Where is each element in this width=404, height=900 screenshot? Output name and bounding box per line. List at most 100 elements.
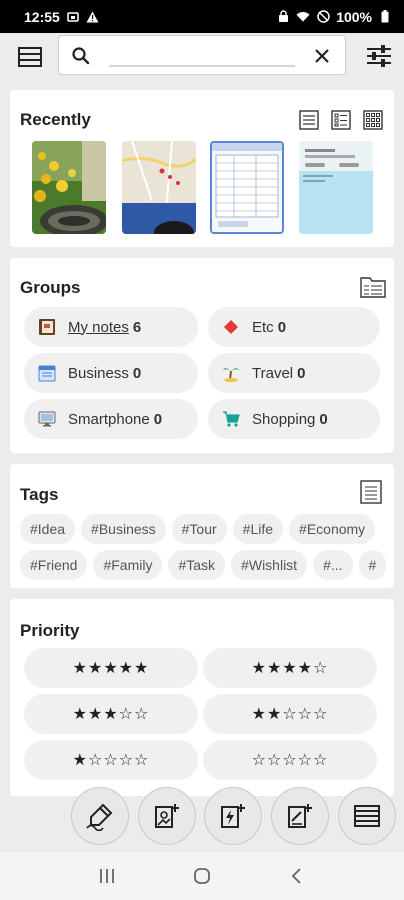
- tag-chip[interactable]: #Task: [168, 550, 226, 580]
- filter-button[interactable]: [364, 41, 394, 71]
- wifi-icon: [296, 10, 310, 24]
- diamond-icon: [222, 318, 240, 336]
- thumb-table-screenshot[interactable]: [210, 141, 284, 234]
- group-business[interactable]: Business 0: [24, 353, 198, 393]
- group-count: 0: [132, 364, 142, 382]
- menu-button[interactable]: [12, 42, 48, 72]
- pen-scribble-icon: [86, 803, 113, 831]
- recent-apps-button[interactable]: [87, 856, 127, 896]
- tag-list-button[interactable]: [360, 480, 386, 506]
- priority-1-star[interactable]: ★☆☆☆☆: [24, 740, 198, 780]
- detail-list-icon: [331, 110, 351, 130]
- tag-chip[interactable]: #Idea: [20, 514, 76, 544]
- tag-chip[interactable]: #...: [313, 550, 353, 580]
- thumb-map[interactable]: [122, 141, 196, 234]
- search-box: [58, 35, 346, 75]
- priority-5-stars[interactable]: ★★★★★: [24, 648, 198, 688]
- hamburger-icon: [18, 47, 42, 67]
- lock-icon: [276, 10, 290, 24]
- list-view-button[interactable]: [296, 107, 322, 133]
- group-settings-button[interactable]: [360, 275, 386, 301]
- group-label: Etc: [252, 318, 274, 336]
- group-label: Smartphone: [68, 410, 150, 428]
- tag-chip[interactable]: #Friend: [20, 550, 88, 580]
- group-shopping[interactable]: Shopping 0: [208, 399, 380, 439]
- tag-chip[interactable]: #Family: [93, 550, 163, 580]
- close-icon: [315, 49, 329, 63]
- add-image-note-button[interactable]: [138, 787, 196, 845]
- recently-card: Recently: [10, 90, 394, 247]
- recent-apps-icon: [100, 869, 115, 883]
- list-view-icon: [299, 110, 319, 130]
- status-bar: 12:55 100%: [0, 0, 404, 33]
- groups-card: Groups My notes 6 Etc 0 Business 0 Trave…: [10, 258, 394, 453]
- add-image-icon: [155, 804, 179, 828]
- battery-icon: [378, 10, 392, 24]
- home-button[interactable]: [182, 856, 222, 896]
- group-count: 0: [153, 410, 163, 428]
- group-label: Business: [68, 364, 129, 382]
- group-travel[interactable]: Travel 0: [208, 353, 380, 393]
- grid-view-icon: [363, 110, 383, 130]
- system-nav-bar: [0, 852, 404, 900]
- priority-3-stars[interactable]: ★★★☆☆: [24, 694, 198, 734]
- search-icon: [71, 46, 91, 66]
- group-label: Travel: [252, 364, 294, 382]
- tag-chip[interactable]: #Wishlist: [231, 550, 308, 580]
- thumb-flowers-photo[interactable]: [32, 141, 106, 234]
- do-not-disturb-icon: [316, 10, 330, 24]
- tag-chip[interactable]: #Business: [81, 514, 166, 544]
- group-my-notes[interactable]: My notes 6: [24, 307, 198, 347]
- warning-icon: [86, 10, 100, 24]
- priority-0-stars[interactable]: ☆☆☆☆☆: [203, 740, 377, 780]
- clear-search-button[interactable]: [311, 45, 333, 67]
- folder-list-icon: [360, 277, 386, 298]
- tag-chip[interactable]: #Life: [232, 514, 284, 544]
- recently-title: Recently: [20, 110, 91, 129]
- battery-percent: 100%: [336, 8, 372, 25]
- list-icon: [360, 480, 382, 504]
- group-label: Shopping: [252, 410, 316, 428]
- group-count: 0: [319, 410, 328, 428]
- group-count: 0: [297, 364, 306, 382]
- tag-chip[interactable]: #: [358, 550, 387, 580]
- tag-chip[interactable]: #Tour: [171, 514, 227, 544]
- back-button[interactable]: [277, 856, 317, 896]
- group-etc[interactable]: Etc 0: [208, 307, 380, 347]
- priority-card: Priority ★★★★★ ★★★★☆ ★★★☆☆ ★★☆☆☆ ★☆☆☆☆ ☆…: [10, 599, 394, 796]
- cart-icon: [222, 410, 240, 428]
- status-time: 12:55: [24, 8, 60, 25]
- groups-title: Groups: [20, 278, 81, 297]
- home-icon: [194, 868, 210, 884]
- priority-2-stars[interactable]: ★★☆☆☆: [203, 694, 377, 734]
- palm-tree-icon: [222, 364, 240, 382]
- detail-view-button[interactable]: [328, 107, 354, 133]
- add-quick-note-button[interactable]: [204, 787, 262, 845]
- tag-row-1: #Idea #Business #Tour #Life #Economy: [20, 514, 376, 544]
- priority-4-stars[interactable]: ★★★★☆: [203, 648, 377, 688]
- monitor-icon: [38, 410, 56, 428]
- group-smartphone[interactable]: Smartphone 0: [24, 399, 198, 439]
- screenshot-icon: [66, 10, 80, 24]
- add-text-note-button[interactable]: [271, 787, 329, 845]
- tags-card: Tags #Idea #Business #Tour #Life #Econom…: [10, 464, 394, 588]
- note-list-button[interactable]: [338, 787, 396, 845]
- thumb-note-screenshot[interactable]: [299, 141, 373, 234]
- priority-title: Priority: [20, 621, 80, 640]
- grid-view-button[interactable]: [360, 107, 386, 133]
- notebook-icon: [38, 318, 56, 336]
- tags-title: Tags: [20, 485, 59, 504]
- search-underline: [109, 65, 295, 67]
- add-note-icon: [288, 804, 312, 828]
- handwriting-button[interactable]: [71, 787, 129, 845]
- group-count: 6: [132, 318, 142, 336]
- tag-row-2: #Friend #Family #Task #Wishlist #... #: [20, 550, 387, 580]
- top-bar: [0, 33, 404, 79]
- tag-chip[interactable]: #Economy: [289, 514, 376, 544]
- list-lines-icon: [354, 805, 380, 827]
- group-count: 0: [277, 318, 287, 336]
- view-mode-switcher: [296, 107, 386, 133]
- sliders-icon: [367, 45, 391, 67]
- add-lightning-icon: [221, 804, 245, 828]
- back-chevron-icon: [291, 868, 301, 884]
